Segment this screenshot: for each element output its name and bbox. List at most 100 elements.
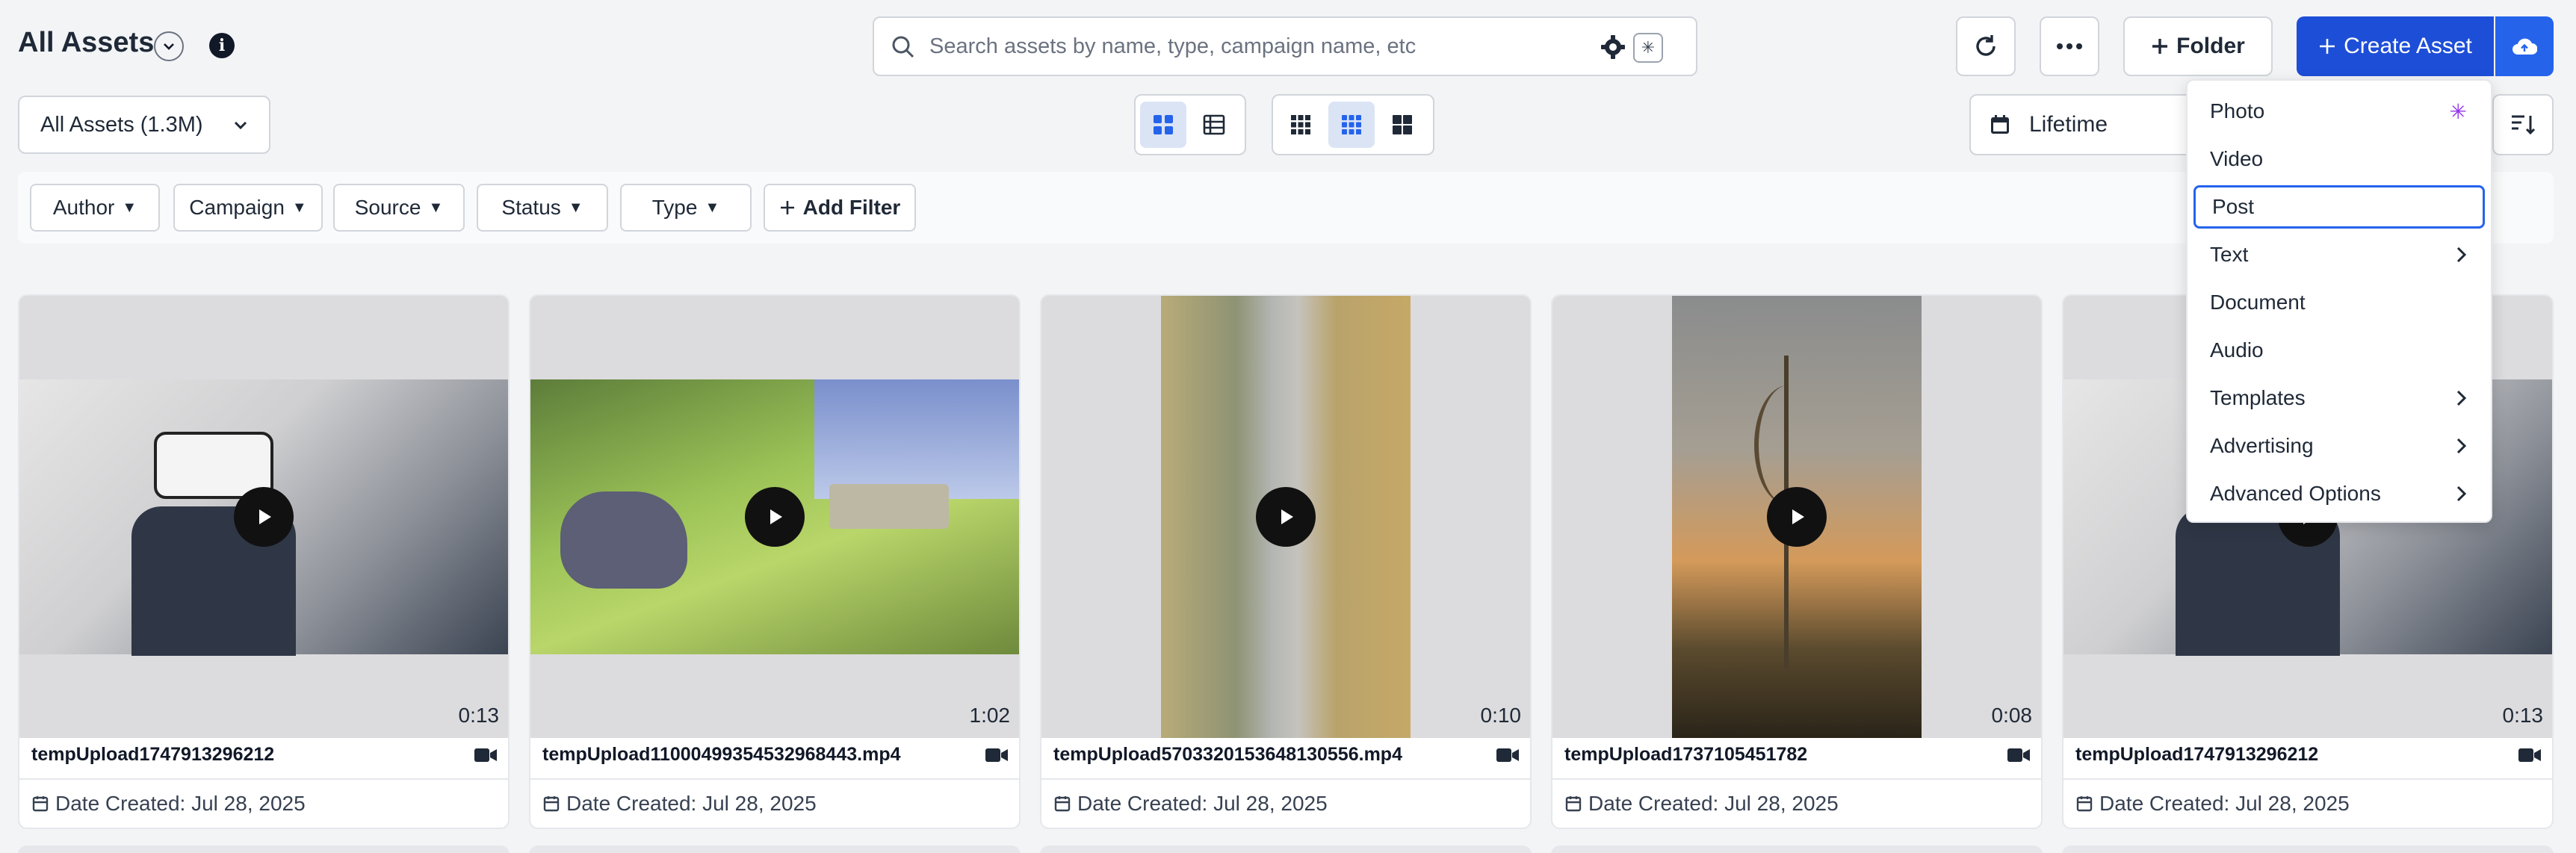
- chevron-right-icon: [2456, 486, 2467, 502]
- asset-card-partial[interactable]: [1551, 846, 2043, 853]
- menu-item-advertising[interactable]: Advertising: [2193, 424, 2485, 468]
- asset-date-label: Date Created: Jul 28, 2025: [566, 792, 817, 815]
- card-view-button[interactable]: [1140, 102, 1186, 148]
- video-duration: 0:10: [1480, 704, 1522, 727]
- filter-label: Status: [501, 196, 561, 219]
- asset-card-partial[interactable]: [529, 846, 1021, 853]
- ai-sparkle-icon[interactable]: ✳: [1633, 33, 1663, 63]
- chevron-down-icon: [164, 43, 174, 50]
- calendar-icon: [1991, 115, 2009, 134]
- large-grid-button[interactable]: [1379, 102, 1425, 148]
- refresh-button[interactable]: [1956, 16, 2016, 76]
- play-icon[interactable]: [1767, 487, 1827, 547]
- filter-status[interactable]: Status ▼: [477, 184, 608, 232]
- page-title: All Assets: [18, 27, 155, 58]
- view-mode-toggle: [1134, 94, 1246, 155]
- calendar-icon: [32, 796, 49, 812]
- assets-scope-dropdown[interactable]: All Assets (1.3M): [18, 96, 270, 154]
- divider: [530, 778, 1019, 780]
- caret-down-icon: ▼: [705, 199, 720, 216]
- calendar-icon: [1565, 796, 1582, 812]
- menu-item-label: Templates: [2210, 386, 2306, 409]
- menu-item-text[interactable]: Text: [2193, 233, 2485, 276]
- asset-card[interactable]: 1:02 tempUpload11000499354532968443.mp4 …: [529, 294, 1021, 829]
- date-range-label: Lifetime: [2029, 112, 2108, 137]
- video-camera-icon: [2518, 748, 2541, 762]
- list-view-button[interactable]: [1191, 102, 1237, 148]
- asset-date-label: Date Created: Jul 28, 2025: [2099, 792, 2350, 815]
- video-camera-icon: [1496, 748, 1519, 762]
- asset-card[interactable]: 0:13 tempUpload1747913296212 Date Create…: [18, 294, 510, 829]
- chevron-right-icon: [2456, 246, 2467, 263]
- menu-item-label: Advertising: [2210, 434, 2314, 457]
- menu-item-templates[interactable]: Templates: [2193, 376, 2485, 420]
- play-icon[interactable]: [234, 487, 294, 547]
- filter-label: Campaign: [189, 196, 285, 219]
- filter-type[interactable]: Type ▼: [620, 184, 752, 232]
- add-filter-button[interactable]: Add Filter: [764, 184, 916, 232]
- large-grid-icon: [1393, 115, 1412, 134]
- menu-item-label: Post: [2212, 195, 2255, 218]
- medium-grid-button[interactable]: [1328, 102, 1375, 148]
- refresh-icon: [1976, 35, 1996, 56]
- grid-view-icon: [1154, 115, 1173, 134]
- menu-item-photo[interactable]: Photo ✳: [2193, 90, 2485, 133]
- sort-button[interactable]: [2492, 94, 2554, 155]
- create-asset-menu: Photo ✳ Video Post Text Document Audio T…: [2186, 79, 2492, 523]
- asset-date: Date Created: Jul 28, 2025: [2075, 792, 2350, 816]
- cloud-upload-icon: [2512, 38, 2537, 55]
- info-icon[interactable]: i: [209, 33, 235, 58]
- menu-item-label: Advanced Options: [2210, 482, 2381, 505]
- date-range-picker[interactable]: Lifetime: [1969, 94, 2223, 155]
- caret-down-icon: ▼: [428, 199, 444, 216]
- menu-item-document[interactable]: Document: [2193, 281, 2485, 324]
- create-asset-button[interactable]: Create Asset: [2297, 16, 2494, 76]
- asset-card-partial[interactable]: [18, 846, 510, 853]
- search-bar: ✳: [873, 16, 1697, 76]
- play-icon[interactable]: [1256, 487, 1316, 547]
- divider: [2063, 778, 2552, 780]
- asset-thumbnail: 1:02: [530, 296, 1019, 738]
- menu-item-advanced-options[interactable]: Advanced Options: [2193, 472, 2485, 515]
- filter-source[interactable]: Source ▼: [333, 184, 465, 232]
- video-duration: 0:13: [2502, 704, 2544, 727]
- small-grid-button[interactable]: [1278, 102, 1324, 148]
- menu-item-video[interactable]: Video: [2193, 137, 2485, 181]
- small-grid-icon: [1291, 115, 1310, 134]
- title-dropdown-button[interactable]: [154, 31, 184, 61]
- grid-density-toggle: [1272, 94, 1434, 155]
- upload-button[interactable]: [2495, 16, 2554, 76]
- chevron-down-icon: [234, 121, 247, 130]
- chevron-right-icon: [2456, 390, 2467, 406]
- menu-item-audio[interactable]: Audio: [2193, 329, 2485, 372]
- search-icon: [892, 36, 914, 58]
- play-icon[interactable]: [745, 487, 805, 547]
- more-horizontal-icon: [2057, 43, 2082, 49]
- divider: [19, 778, 508, 780]
- filter-label: Source: [354, 196, 421, 219]
- asset-date-label: Date Created: Jul 28, 2025: [1077, 792, 1328, 815]
- menu-item-label: Audio: [2210, 338, 2264, 362]
- asset-card[interactable]: 0:08 tempUpload1737105451782 Date Create…: [1551, 294, 2043, 829]
- gear-icon[interactable]: [1600, 34, 1626, 60]
- asset-card-partial[interactable]: [2062, 846, 2554, 853]
- asset-date: Date Created: Jul 28, 2025: [542, 792, 817, 816]
- video-duration: 0:13: [458, 704, 500, 727]
- filter-author[interactable]: Author ▼: [30, 184, 160, 232]
- medium-grid-icon: [1342, 115, 1361, 134]
- menu-item-post[interactable]: Post: [2193, 185, 2485, 229]
- asset-card-partial[interactable]: [1040, 846, 1532, 853]
- asset-thumbnail: 0:08: [1552, 296, 2041, 738]
- menu-item-label: Document: [2210, 291, 2306, 314]
- asset-card[interactable]: 0:10 tempUpload5703320153648130556.mp4 D…: [1040, 294, 1532, 829]
- filter-campaign[interactable]: Campaign ▼: [173, 184, 323, 232]
- add-folder-button[interactable]: Folder: [2123, 16, 2273, 76]
- plus-icon: [2320, 39, 2335, 54]
- search-input[interactable]: [929, 31, 1542, 61]
- filter-label: Author: [52, 196, 115, 219]
- menu-item-label: Photo: [2210, 99, 2265, 122]
- more-options-button[interactable]: [2040, 16, 2099, 76]
- asset-date: Date Created: Jul 28, 2025: [1053, 792, 1328, 816]
- video-camera-icon: [2007, 748, 2030, 762]
- asset-date-label: Date Created: Jul 28, 2025: [1588, 792, 1839, 815]
